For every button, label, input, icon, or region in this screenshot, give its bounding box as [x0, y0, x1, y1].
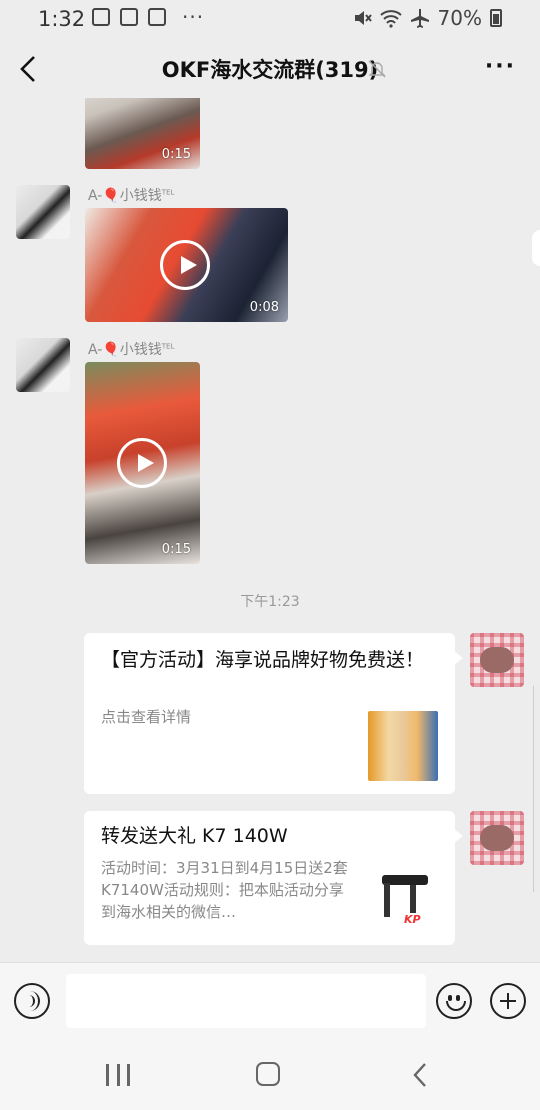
avatar[interactable] [470, 811, 524, 865]
image-icon [92, 8, 110, 26]
voice-icon[interactable] [14, 983, 50, 1019]
message-timestamp: 下午1:23 [240, 594, 300, 610]
more-icon[interactable]: ··· [485, 54, 516, 79]
app-icon [120, 8, 138, 26]
avatar[interactable] [16, 185, 70, 239]
video-duration: 0:08 [249, 300, 279, 315]
video-duration: 0:15 [161, 542, 191, 557]
video-message[interactable]: 0:15 [85, 98, 200, 169]
notification-icons: ··· [92, 5, 205, 29]
card-description: 活动时间：3月31日到4月15日送2套K7140W活动规则：把本贴活动分享到海水… [101, 859, 348, 921]
play-icon[interactable] [117, 438, 167, 488]
status-time: 1:32 [38, 7, 86, 31]
airplane-icon [410, 9, 429, 28]
avatar[interactable] [470, 633, 524, 687]
tiktok-icon [148, 8, 166, 26]
home-icon[interactable] [256, 1062, 280, 1086]
video-duration: 0:15 [161, 147, 191, 162]
chat-title: OKF海水交流群(319) [161, 58, 379, 82]
back-icon[interactable] [412, 1062, 428, 1088]
card-thumbnail: KP [370, 863, 440, 933]
battery-percent: 70% [437, 6, 482, 30]
link-card[interactable]: 【官方活动】海享说品牌好物免费送！ 点击查看详情 [84, 633, 463, 794]
chat-header: OKF海水交流群(319) ··· [0, 40, 540, 98]
plus-icon[interactable] [490, 983, 526, 1019]
side-scroll-handle[interactable] [533, 686, 540, 892]
card-description: 点击查看详情 [101, 708, 192, 726]
video-message[interactable]: 0:08 [85, 208, 288, 322]
thumbnail-brand: KP [404, 913, 421, 926]
sender-name: A-🎈小钱钱TEL [88, 188, 175, 204]
system-icons: 70% [352, 6, 502, 30]
mute-bell-icon [368, 60, 386, 78]
message-input[interactable] [66, 974, 426, 1028]
status-bar: 1:32 ··· 70% [0, 0, 540, 40]
wifi-icon [379, 10, 402, 28]
play-icon[interactable] [160, 240, 210, 290]
card-thumbnail [368, 711, 438, 781]
more-dots-icon: ··· [182, 5, 205, 29]
battery-icon [490, 9, 502, 27]
mute-icon [354, 11, 372, 25]
chat-area[interactable]: 0:15 A-🎈小钱钱TEL 0:08 A-🎈小钱钱TEL 0:15 下午1:2… [0, 98, 540, 962]
avatar[interactable] [16, 338, 70, 392]
sender-name: A-🎈小钱钱TEL [88, 342, 175, 358]
system-nav-bar [0, 1040, 540, 1110]
floating-panel-edge[interactable] [532, 230, 540, 266]
card-title: 转发送大礼 K7 140W [101, 825, 288, 847]
card-title: 【官方活动】海享说品牌好物免费送！ [101, 649, 425, 671]
video-message[interactable]: 0:15 [85, 362, 200, 564]
emoji-icon[interactable] [436, 983, 472, 1019]
recents-icon[interactable] [106, 1064, 130, 1086]
link-card[interactable]: 转发送大礼 K7 140W 活动时间：3月31日到4月15日送2套K7140W活… [84, 811, 463, 945]
input-bar [0, 962, 540, 1041]
